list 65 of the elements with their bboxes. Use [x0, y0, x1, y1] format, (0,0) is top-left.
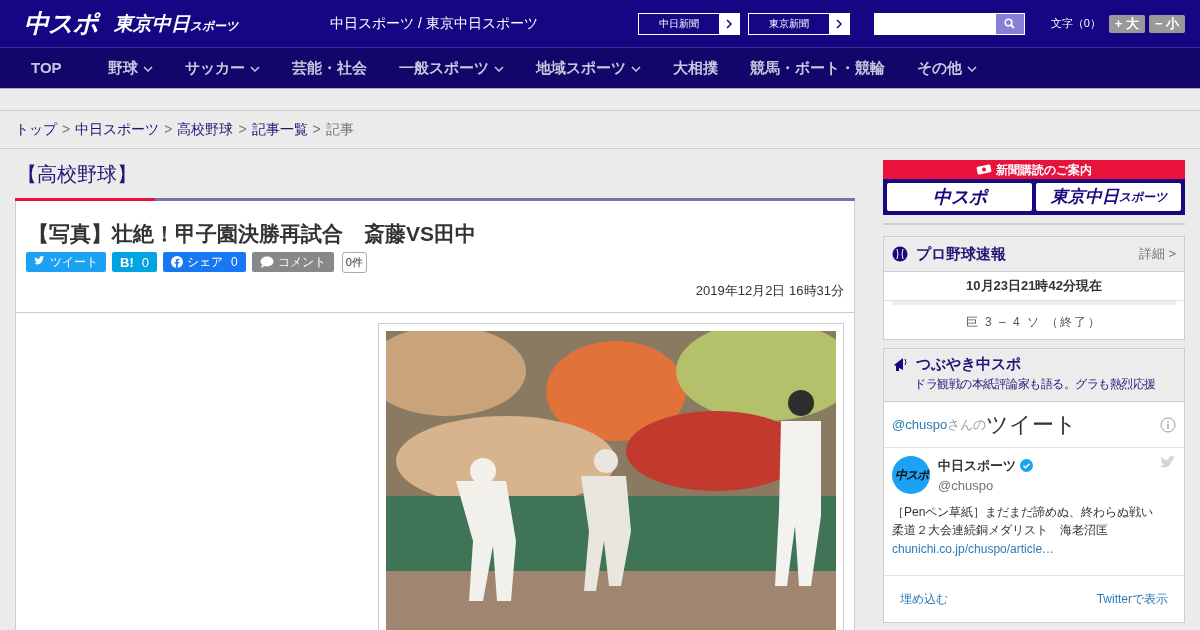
timeline-label: さんの — [947, 415, 987, 432]
panel-subtitle: ドラ観戦の本紙評論家も語る。グラも熱烈応援 — [914, 376, 1157, 393]
avatar: 中スポ — [892, 456, 930, 494]
breadcrumb-separator: > — [312, 120, 321, 139]
chevron-down-icon — [249, 65, 260, 72]
breadcrumb-separator: > — [62, 120, 71, 139]
breadcrumb-link[interactable]: トップ — [15, 119, 57, 140]
panel-title: プロ野球速報 — [916, 243, 1006, 264]
baseball-icon — [892, 246, 908, 262]
search-field[interactable] — [873, 12, 1025, 35]
panel-title: つぶやき中スポ — [916, 353, 1021, 374]
score-update-time: 10月23日21時42分現在 — [884, 272, 1184, 301]
tweet-text: 柔道２大会連続銅メダリスト 海老沼匡 — [892, 522, 1109, 539]
chevron-right-icon — [835, 18, 842, 29]
share-button[interactable]: コメント — [251, 252, 334, 273]
facebook-icon — [170, 256, 183, 269]
account-handle: @chuspo — [938, 476, 995, 495]
tweet-text: ［Penペン草紙］まだまだ諦めぬ、終わらぬ戦い — [892, 504, 1155, 521]
nav-item[interactable]: 野球 — [91, 48, 169, 89]
search-icon — [1004, 18, 1016, 29]
breadcrumb-separator: > — [164, 120, 173, 139]
category-heading: 【高校野球】 — [16, 162, 138, 187]
game-score: 巨 3 – 4 ソ （終了） — [892, 300, 1176, 339]
chevron-down-icon — [493, 65, 504, 72]
chevron-down-icon — [966, 65, 977, 72]
site-title: 中日スポーツ / 東京中日スポーツ — [330, 14, 538, 33]
bird-icon — [1160, 456, 1176, 469]
tweet-link[interactable]: chunichi.co.jp/chuspo/article… — [892, 542, 1055, 556]
newspaper-link[interactable]: 東京新聞 — [747, 12, 850, 35]
nav-item[interactable]: 一般スポーツ — [382, 48, 520, 89]
publish-date: 2019年12月2日 16時31分 — [16, 272, 854, 314]
embed-link[interactable]: 埋め込む — [900, 590, 948, 608]
breadcrumb-link[interactable]: 中日スポーツ — [75, 119, 160, 140]
twitter-handle-link[interactable]: @chuspo — [892, 414, 948, 435]
breadcrumb-current: 記事 — [325, 120, 354, 139]
speech-bubble-icon — [259, 255, 274, 269]
chevron-right-icon — [725, 18, 732, 29]
newspaper-logo-button[interactable]: 東京中日スポーツ — [1036, 183, 1181, 211]
subscription-banner[interactable]: 新聞購読のご案内 中スポ 東京中日スポーツ — [883, 160, 1185, 215]
banner-title: 新聞購読のご案内 — [996, 161, 1092, 179]
timeline-heading: ツイート — [986, 411, 1078, 439]
newspaper-link[interactable]: 中日新聞 — [637, 12, 740, 35]
nav-item[interactable]: 地域スポーツ — [519, 48, 657, 89]
breadcrumb-separator: > — [238, 120, 247, 139]
account-name: 中日スポーツ — [938, 457, 1016, 475]
breadcrumb-link[interactable]: 高校野球 — [177, 119, 234, 140]
nav-item[interactable]: 大相撲 — [656, 48, 734, 89]
view-on-twitter-link[interactable]: Twitterで表示 — [1096, 590, 1168, 608]
newspaper-logo-button[interactable]: 中スポ — [887, 183, 1032, 211]
comment-count: 0件 — [341, 252, 367, 273]
chevron-down-icon — [630, 65, 641, 72]
breadcrumb-link[interactable]: 記事一覧 — [251, 119, 308, 140]
share-button[interactable]: シェア 0 — [162, 252, 246, 273]
chevron-down-icon — [142, 65, 153, 72]
megaphone-icon — [892, 355, 908, 372]
ticket-icon — [976, 164, 992, 175]
details-link[interactable]: 詳細 > — [1138, 244, 1176, 264]
site-logo[interactable]: 東京中日スポーツ — [114, 14, 238, 33]
article-title: 【写真】壮絶！甲子園決勝再試合 斎藤VS田中 — [27, 221, 477, 247]
nav-item[interactable]: 競馬・ボート・競輪 — [733, 48, 901, 89]
nav-item[interactable]: 芸能・社会 — [275, 48, 383, 89]
nav-item[interactable]: TOP — [0, 48, 92, 89]
nav-item[interactable]: その他 — [900, 48, 993, 89]
text-size-label: 文字（0） — [1050, 16, 1101, 32]
nav-item[interactable]: サッカー — [168, 48, 276, 89]
